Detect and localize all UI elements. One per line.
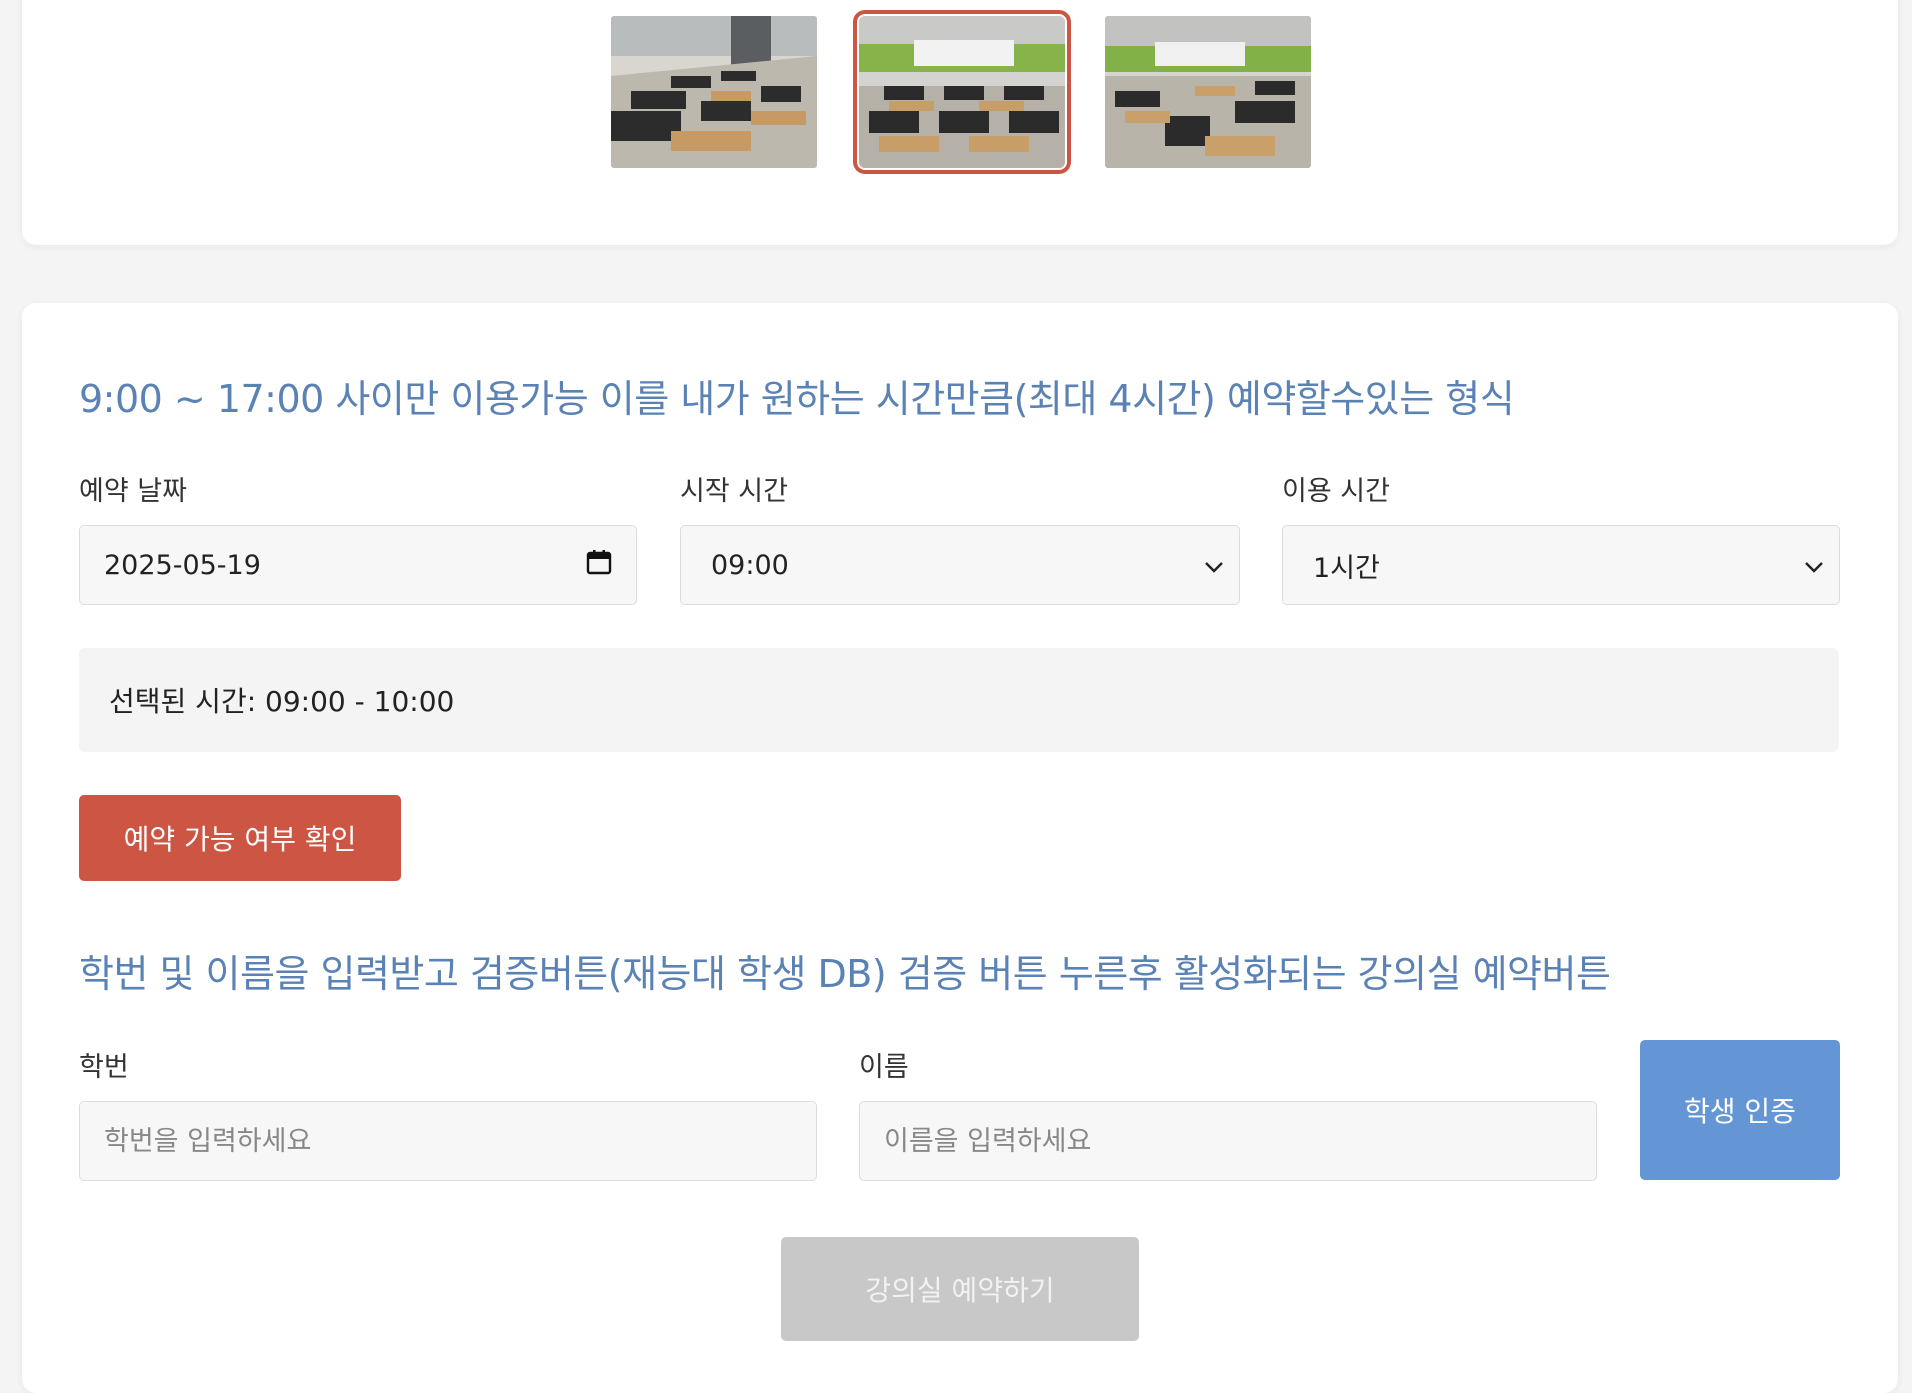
gallery-card <box>22 0 1898 245</box>
date-label: 예약 날짜 <box>79 476 187 507</box>
thumbnail-strip <box>22 10 1898 176</box>
student-id-label: 학번 <box>79 1052 129 1083</box>
selected-time-summary: 선택된 시간: 09:00 - 10:00 <box>79 648 1839 752</box>
classroom-image <box>1105 16 1311 168</box>
start-time-select[interactable]: 09:00 <box>680 525 1240 605</box>
name-input[interactable] <box>884 1125 1572 1157</box>
start-time-label: 시작 시간 <box>680 476 788 507</box>
check-availability-button[interactable]: 예약 가능 여부 확인 <box>79 795 401 881</box>
thumbnail-classroom-1[interactable] <box>611 16 817 168</box>
name-label: 이름 <box>859 1052 909 1083</box>
date-field[interactable]: 2025-05-19 <box>79 525 637 605</box>
chevron-down-icon <box>1203 550 1225 581</box>
booking-section-title: 9:00 ~ 17:00 사이만 이용가능 이를 내가 원하는 시간만큼(최대 … <box>79 377 1515 421</box>
start-time-value: 09:00 <box>711 549 789 581</box>
duration-label: 이용 시간 <box>1282 476 1390 507</box>
duration-select[interactable]: 1시간 <box>1282 525 1840 605</box>
classroom-image <box>611 16 817 168</box>
calendar-icon[interactable] <box>586 549 612 582</box>
thumbnail-classroom-3[interactable] <box>1105 16 1311 168</box>
thumbnail-classroom-2[interactable] <box>853 10 1071 174</box>
student-id-field[interactable] <box>79 1101 817 1181</box>
student-auth-button[interactable]: 학생 인증 <box>1640 1040 1840 1180</box>
reservation-card: 9:00 ~ 17:00 사이만 이용가능 이를 내가 원하는 시간만큼(최대 … <box>22 303 1898 1393</box>
chevron-down-icon <box>1803 550 1825 581</box>
classroom-image <box>859 16 1065 168</box>
name-field[interactable] <box>859 1101 1597 1181</box>
date-value: 2025-05-19 <box>104 549 261 581</box>
reserve-classroom-button[interactable]: 강의실 예약하기 <box>781 1237 1139 1341</box>
student-id-input[interactable] <box>104 1125 792 1157</box>
duration-value: 1시간 <box>1313 552 1380 584</box>
student-section-title: 학번 및 이름을 입력받고 검증버튼(재능대 학생 DB) 검증 버튼 누른후 … <box>79 952 1611 996</box>
